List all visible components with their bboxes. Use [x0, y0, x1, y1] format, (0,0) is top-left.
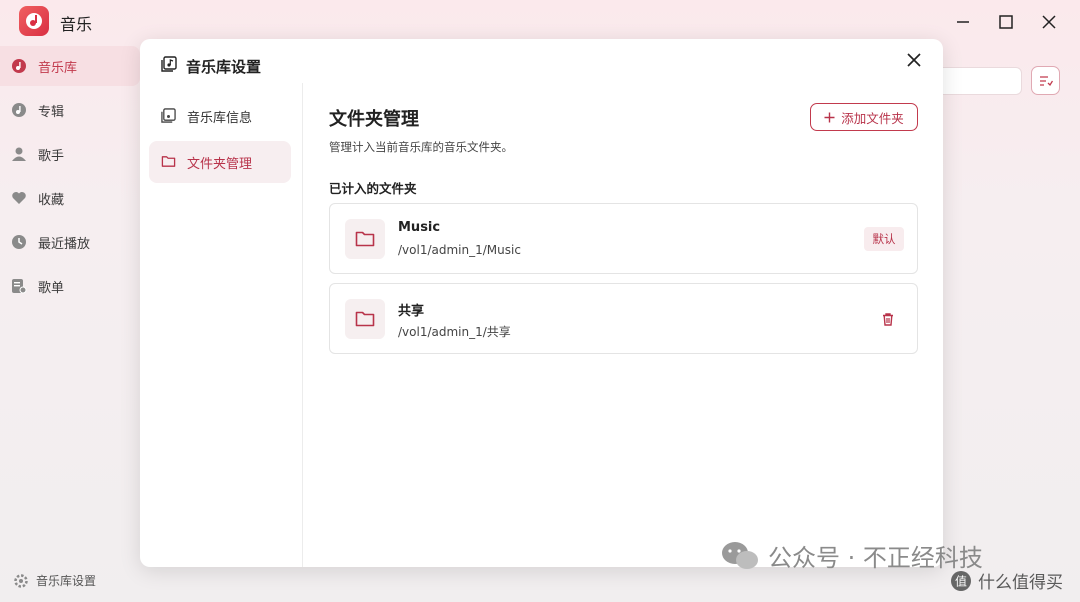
svg-text:值: 值 — [955, 573, 967, 588]
sidebar-item-label: 最近播放 — [38, 236, 91, 252]
heart-icon — [12, 192, 26, 204]
nav-item-label: 文件夹管理 — [187, 156, 253, 172]
music-note-icon — [12, 59, 26, 73]
watermark: 公众号 · 不正经科技 — [720, 538, 983, 573]
dialog-title: 音乐库设置 — [186, 58, 262, 76]
person-icon — [12, 147, 26, 161]
album-icon — [12, 103, 26, 117]
clock-icon — [12, 235, 26, 249]
dialog-nav: 音乐库信息 文件夹管理 收起 — [140, 83, 303, 567]
nav-library-info[interactable]: 音乐库信息 — [149, 95, 291, 137]
sidebar-item-playlists[interactable]: 歌单 — [0, 266, 140, 306]
folder-icon — [345, 299, 385, 339]
library-settings-dialog: 音乐库设置 音乐库信息 文件夹管理 收起 文件夹管理 管理计入当前音乐库的音乐文… — [140, 39, 943, 567]
delete-folder-button[interactable] — [880, 311, 896, 327]
maximize-button[interactable] — [992, 8, 1020, 36]
sidebar-item-label: 歌手 — [38, 148, 65, 164]
close-window-button[interactable] — [1035, 8, 1063, 36]
library-icon — [161, 56, 177, 72]
sort-icon — [1039, 75, 1053, 86]
title-bar: 音乐 — [0, 0, 1080, 44]
app-logo-icon — [19, 6, 49, 36]
gear-icon — [14, 573, 28, 588]
folder-list-label: 已计入的文件夹 — [329, 181, 417, 196]
sidebar-item-favorites[interactable]: 收藏 — [0, 178, 140, 218]
trash-icon — [883, 312, 893, 326]
wechat-icon — [722, 541, 758, 569]
close-dialog-button[interactable] — [903, 49, 925, 71]
watermark-corner-text: 什么值得买 — [978, 573, 1063, 593]
sidebar-item-library[interactable]: 音乐库 — [0, 46, 140, 86]
add-folder-label: 添加文件夹 — [841, 110, 904, 126]
default-badge: 默认 — [864, 227, 904, 251]
folder-name: Music — [398, 220, 441, 235]
sidebar-settings-label: 音乐库设置 — [36, 574, 97, 588]
section-description: 管理计入当前音乐库的音乐文件夹。 — [329, 140, 513, 154]
add-folder-button[interactable]: 添加文件夹 — [810, 103, 918, 131]
folder-icon — [161, 156, 176, 167]
folder-card: Music /vol1/admin_1/Music 默认 — [329, 203, 918, 274]
sort-button[interactable] — [1031, 66, 1060, 95]
dialog-header: 音乐库设置 — [140, 39, 943, 83]
sidebar-item-recent[interactable]: 最近播放 — [0, 222, 140, 262]
sidebar-item-albums[interactable]: 专辑 — [0, 90, 140, 130]
nav-item-label: 音乐库信息 — [187, 110, 253, 126]
playlist-icon — [12, 279, 27, 294]
sidebar-item-artists[interactable]: 歌手 — [0, 134, 140, 174]
sidebar-item-label: 音乐库 — [38, 60, 78, 76]
library-icon — [161, 108, 176, 123]
folder-path: /vol1/admin_1/Music — [398, 243, 521, 257]
minimize-button[interactable] — [949, 8, 977, 36]
watermark-corner: 值 什么值得买 — [950, 568, 1063, 593]
music-app-window: 音乐 音乐库 专辑 歌手 收藏 最近播放 歌单 音乐库设置 音乐库设置 音乐库信… — [0, 0, 1080, 602]
plus-icon — [824, 112, 835, 122]
search-input[interactable] — [930, 67, 1022, 95]
folder-card: 共享 /vol1/admin_1/共享 — [329, 283, 918, 354]
sidebar-item-label: 专辑 — [38, 104, 65, 120]
folder-icon — [345, 219, 385, 259]
sidebar-settings-link[interactable]: 音乐库设置 — [14, 572, 96, 589]
section-title: 文件夹管理 — [329, 109, 419, 130]
folder-name: 共享 — [398, 304, 425, 319]
sidebar-item-label: 收藏 — [38, 192, 65, 208]
nav-folder-management[interactable]: 文件夹管理 — [149, 141, 291, 183]
sidebar: 音乐库 专辑 歌手 收藏 最近播放 歌单 — [0, 46, 140, 310]
smzdm-logo-icon: 值 — [951, 570, 971, 591]
window-title: 音乐 — [60, 15, 93, 34]
folder-path: /vol1/admin_1/共享 — [398, 325, 511, 339]
sidebar-item-label: 歌单 — [38, 280, 65, 296]
close-icon — [907, 53, 921, 67]
